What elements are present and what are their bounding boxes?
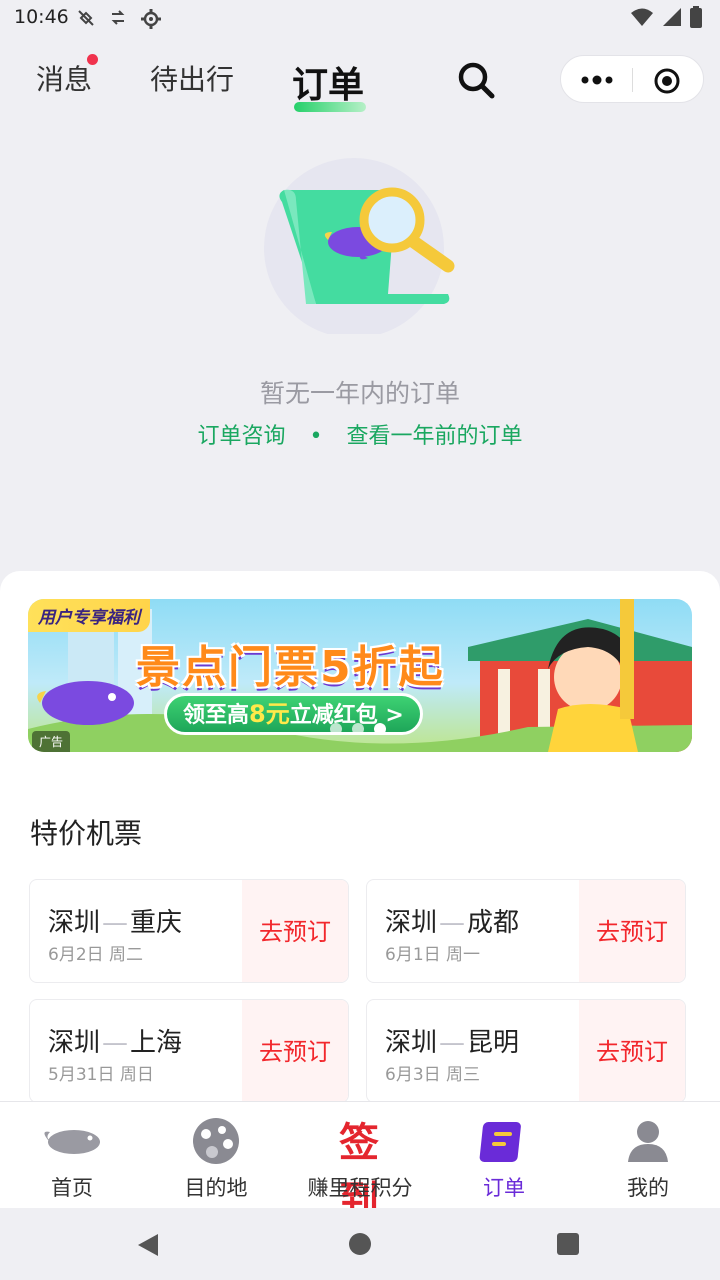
flight-deal-card[interactable]: 深圳—昆明 6月3日 周三 去预订	[366, 999, 686, 1103]
flight-date: 5月31日 周日	[48, 1065, 154, 1085]
home-icon[interactable]	[349, 1233, 371, 1255]
route-destination: 昆明	[467, 1028, 520, 1058]
tab-messages[interactable]: 消息	[36, 54, 99, 98]
tabbar-label: 首页	[51, 1176, 93, 1200]
settings-gear-icon	[141, 9, 161, 29]
banner-pagination	[330, 723, 386, 735]
order-consult-link[interactable]: 订单咨询	[197, 418, 285, 450]
empty-orders-message: 暂无一年内的订单	[259, 379, 460, 408]
tabbar-item-profile[interactable]: 我的	[576, 1102, 720, 1209]
tabbar-label: 我的	[627, 1176, 669, 1200]
tab-orders-label: 订单	[292, 65, 365, 106]
wifi-icon	[631, 8, 653, 26]
book-button[interactable]: 去预订	[242, 880, 348, 982]
pagination-dot	[330, 723, 342, 735]
tabbar-label: 赚里程积分	[307, 1176, 413, 1200]
flight-route: 深圳—重庆	[48, 902, 182, 939]
older-orders-link[interactable]: 查看一年前的订单	[346, 418, 522, 450]
link-separator: •	[309, 424, 323, 449]
tabbar-label: 目的地	[184, 1176, 248, 1200]
battery-icon	[690, 6, 702, 28]
tabbar-label: 订单	[483, 1176, 525, 1200]
flight-date: 6月3日 周三	[385, 1065, 481, 1085]
flight-route: 深圳—昆明	[385, 1022, 519, 1059]
tab-upcoming-trips[interactable]: 待出行	[150, 58, 234, 98]
palette-icon	[193, 1118, 239, 1164]
route-origin: 深圳	[385, 908, 438, 938]
tabbar-item-orders[interactable]: 订单	[432, 1102, 576, 1209]
status-bar: 10:46	[0, 0, 720, 36]
route-destination: 成都	[467, 908, 520, 938]
route-dash: —	[102, 1028, 129, 1058]
pagination-dot	[352, 723, 364, 735]
close-miniprogram-icon[interactable]	[653, 67, 681, 95]
search-icon[interactable]	[456, 60, 496, 100]
signal-off-icon	[78, 10, 94, 26]
route-origin: 深圳	[48, 1028, 101, 1058]
more-options-icon[interactable]	[579, 66, 615, 94]
tab-upcoming-trips-label: 待出行	[150, 63, 235, 96]
recent-apps-icon[interactable]	[557, 1233, 579, 1255]
tabbar-item-checkin[interactable]: 签到 赚里程积分	[288, 1102, 432, 1224]
system-nav-bar	[0, 1208, 720, 1280]
book-button[interactable]: 去预订	[579, 1000, 685, 1102]
route-dash: —	[439, 908, 466, 938]
flight-date: 6月2日 周二	[48, 945, 144, 965]
miniprogram-capsule	[560, 55, 704, 103]
tab-orders[interactable]: 订单	[292, 56, 366, 112]
order-icon	[479, 1122, 521, 1162]
banner-cta-amount: 8元	[249, 700, 290, 728]
top-nav: 消息 待出行 订单	[0, 40, 720, 112]
whale-icon	[44, 1130, 100, 1154]
flight-deal-card[interactable]: 深圳—重庆 6月2日 周二 去预订	[29, 879, 349, 983]
flight-deal-card[interactable]: 深圳—成都 6月1日 周一 去预订	[366, 879, 686, 983]
flight-deal-card[interactable]: 深圳—上海 5月31日 周日 去预订	[29, 999, 349, 1103]
route-origin: 深圳	[385, 1028, 438, 1058]
pagination-dot-active	[374, 723, 386, 735]
tabbar-item-destinations[interactable]: 目的地	[144, 1102, 288, 1209]
back-icon[interactable]	[136, 1232, 160, 1258]
tab-messages-label: 消息	[36, 63, 93, 96]
route-destination: 上海	[130, 1028, 183, 1058]
capsule-divider	[632, 68, 633, 92]
flight-date: 6月1日 周一	[385, 945, 481, 965]
route-dash: —	[439, 1028, 466, 1058]
book-button[interactable]: 去预订	[242, 1000, 348, 1102]
banner-cta-prefix: 领至高	[183, 703, 250, 728]
empty-state-links: 订单咨询 • 查看一年前的订单	[0, 418, 720, 450]
promo-banner[interactable]: 用户专享福利 景点门票5折起 领至高8元立减红包 > 广告	[28, 599, 692, 752]
section-title: 特价机票	[30, 817, 143, 850]
profile-icon	[628, 1121, 668, 1162]
unread-dot	[87, 54, 99, 65]
bottom-tab-bar: 首页 目的地 签到 赚里程积分 订单 我的	[0, 1101, 720, 1224]
tabbar-item-home[interactable]: 首页	[0, 1102, 144, 1209]
flight-route: 深圳—成都	[385, 902, 519, 939]
banner-headline: 景点门票5折起	[136, 642, 445, 693]
status-time: 10:46	[14, 6, 69, 28]
data-sync-icon	[111, 10, 125, 25]
route-destination: 重庆	[130, 908, 183, 938]
empty-orders-illustration	[264, 158, 455, 334]
flight-route: 深圳—上海	[48, 1022, 182, 1059]
banner-tag: 用户专享福利	[28, 599, 150, 632]
route-dash: —	[102, 908, 129, 938]
cell-signal-icon	[663, 8, 681, 26]
ad-label: 广告	[32, 731, 71, 752]
route-origin: 深圳	[48, 908, 101, 938]
book-button[interactable]: 去预订	[579, 880, 685, 982]
